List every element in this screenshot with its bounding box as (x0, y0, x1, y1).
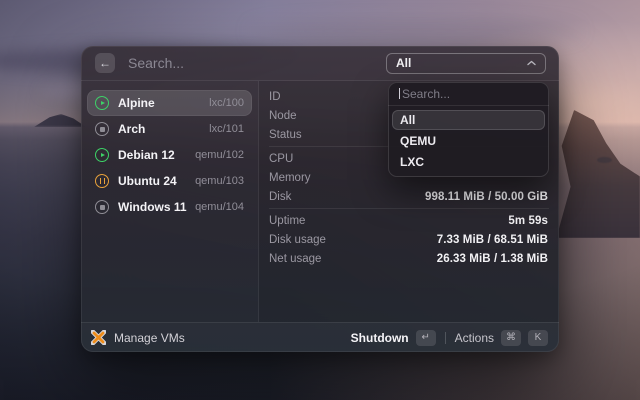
status-play-icon (95, 96, 109, 110)
detail-value: 26.33 MiB / 1.38 MiB (437, 253, 548, 265)
vm-id: qemu/104 (195, 201, 244, 213)
app-label: Manage VMs (114, 331, 185, 345)
enter-key-icon: ↵ (416, 330, 436, 346)
shutdown-label: Shutdown (351, 331, 409, 345)
vm-list: Alpine lxc/100 Arch lxc/101 Debian 12 qe… (81, 81, 259, 322)
detail-label: Net usage (269, 253, 321, 265)
vm-row-windows[interactable]: Windows 11 qemu/104 (87, 194, 252, 220)
dropdown-options: All QEMU LXC (388, 106, 549, 177)
detail-row-disk-usage: Disk usage 7.33 MiB / 68.51 MiB (259, 230, 559, 249)
vm-name: Ubuntu 24 (118, 174, 177, 188)
dropdown-search-input[interactable] (402, 87, 538, 101)
chevron-up-icon (527, 60, 536, 66)
footer-actions: Shutdown ↵ Actions ⌘ K (351, 330, 548, 346)
vm-row-arch[interactable]: Arch lxc/101 (87, 116, 252, 142)
detail-label: Node (269, 110, 297, 122)
vm-name: Windows 11 (118, 200, 187, 214)
vm-name: Debian 12 (118, 148, 175, 162)
back-button[interactable]: ← (95, 53, 115, 73)
detail-label: Uptime (269, 215, 305, 227)
shutdown-button[interactable]: Shutdown ↵ (351, 330, 436, 346)
detail-label: Memory (269, 172, 311, 184)
status-stop-icon (95, 122, 109, 136)
detail-value: 998.11 MiB / 50.00 GiB (425, 191, 548, 203)
option-qemu[interactable]: QEMU (392, 131, 545, 151)
detail-label: Disk usage (269, 234, 326, 246)
vm-name: Alpine (118, 96, 155, 110)
vm-row-alpine[interactable]: Alpine lxc/100 (87, 90, 252, 116)
search-input[interactable] (128, 55, 386, 71)
command-key-icon: ⌘ (501, 330, 521, 346)
detail-label: Disk (269, 191, 291, 203)
vm-id: lxc/100 (209, 97, 244, 109)
actions-button[interactable]: Actions ⌘ K (455, 330, 548, 346)
vm-id: qemu/103 (195, 175, 244, 187)
detail-row-net-usage: Net usage 26.33 MiB / 1.38 MiB (259, 249, 559, 268)
text-caret (399, 88, 400, 99)
filter-value: All (396, 56, 411, 70)
proxmox-logo-icon (91, 330, 106, 345)
vm-id: lxc/101 (209, 123, 244, 135)
dropdown-search-field[interactable] (388, 82, 549, 106)
k-key-icon: K (528, 330, 548, 346)
section-divider (269, 208, 549, 209)
vm-name: Arch (118, 122, 145, 136)
detail-row-disk: Disk 998.11 MiB / 50.00 GiB (259, 187, 559, 206)
option-lxc[interactable]: LXC (392, 152, 545, 172)
status-play-icon (95, 148, 109, 162)
vm-id: qemu/102 (195, 149, 244, 161)
vm-row-debian[interactable]: Debian 12 qemu/102 (87, 142, 252, 168)
filter-dropdown-popup: All QEMU LXC (388, 82, 549, 177)
vm-row-ubuntu[interactable]: Ubuntu 24 qemu/103 (87, 168, 252, 194)
detail-value: 5m 59s (508, 215, 548, 227)
footer-divider (445, 332, 446, 344)
detail-label: Status (269, 129, 302, 141)
arrow-left-icon: ← (99, 57, 111, 69)
top-bar: ← All (81, 46, 559, 81)
detail-value: 7.33 MiB / 68.51 MiB (437, 234, 548, 246)
option-all[interactable]: All (392, 110, 545, 130)
detail-label: CPU (269, 153, 293, 165)
detail-row-uptime: Uptime 5m 59s (259, 211, 559, 230)
type-filter-dropdown[interactable]: All (386, 53, 546, 74)
status-pause-icon (95, 174, 109, 188)
actions-label: Actions (455, 331, 494, 345)
status-stop-icon (95, 200, 109, 214)
footer-bar: Manage VMs Shutdown ↵ Actions ⌘ K (81, 322, 559, 352)
detail-label: ID (269, 91, 281, 103)
